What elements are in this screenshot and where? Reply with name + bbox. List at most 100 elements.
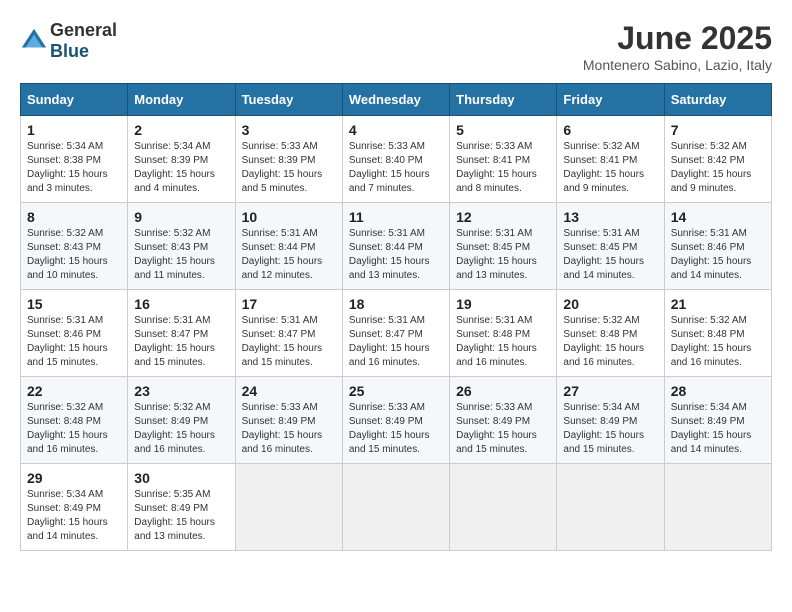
day-number: 27	[563, 383, 657, 399]
calendar-cell: 23 Sunrise: 5:32 AM Sunset: 8:49 PM Dayli…	[128, 377, 235, 464]
calendar-cell: 30 Sunrise: 5:35 AM Sunset: 8:49 PM Dayli…	[128, 464, 235, 551]
day-number: 17	[242, 296, 336, 312]
calendar-cell: 9Sunrise: 5:32 AM Sunset: 8:43 PM Daylig…	[128, 203, 235, 290]
calendar-cell: 25Sunrise: 5:33 AM Sunset: 8:49 PM Dayli…	[342, 377, 449, 464]
day-info: Sunrise: 5:31 AM Sunset: 8:44 PM Dayligh…	[242, 227, 336, 283]
day-info: Sunrise: 5:31 AM Sunset: 8:47 PM Dayligh…	[242, 314, 336, 370]
day-info: Sunrise: 5:34 AM Sunset: 8:49 PM Dayligh…	[671, 401, 765, 457]
day-number: 11	[349, 209, 443, 225]
day-number: 8	[27, 209, 121, 225]
day-number: 28	[671, 383, 765, 399]
logo-general: General	[50, 20, 117, 40]
calendar-cell: 15 Sunrise: 5:31 AM Sunset: 8:46 PM Dayli…	[21, 290, 128, 377]
logo-icon	[20, 27, 48, 55]
day-number: 6	[563, 122, 657, 138]
calendar-cell: 11 Sunrise: 5:31 AM Sunset: 8:44 PM Dayli…	[342, 203, 449, 290]
day-number: 12	[456, 209, 550, 225]
day-number: 22	[27, 383, 121, 399]
calendar-cell: 18 Sunrise: 5:31 AM Sunset: 8:47 PM Dayli…	[342, 290, 449, 377]
day-number: 4	[349, 122, 443, 138]
day-number: 26	[456, 383, 550, 399]
day-info: Sunrise: 5:32 AM Sunset: 8:42 PM Dayligh…	[671, 140, 765, 196]
calendar-cell: 10 Sunrise: 5:31 AM Sunset: 8:44 PM Dayli…	[235, 203, 342, 290]
calendar-cell: 4 Sunrise: 5:33 AM Sunset: 8:40 PM Daylig…	[342, 116, 449, 203]
col-header-friday: Friday	[557, 84, 664, 116]
day-number: 23	[134, 383, 228, 399]
col-header-saturday: Saturday	[664, 84, 771, 116]
calendar-table: SundayMondayTuesdayWednesdayThursdayFrid…	[20, 83, 772, 551]
col-header-tuesday: Tuesday	[235, 84, 342, 116]
month-title: June 2025	[583, 20, 772, 57]
day-info: Sunrise: 5:34 AM Sunset: 8:49 PM Dayligh…	[27, 488, 121, 544]
day-info: Sunrise: 5:31 AM Sunset: 8:46 PM Dayligh…	[27, 314, 121, 370]
day-number: 13	[563, 209, 657, 225]
calendar-cell: 22 Sunrise: 5:32 AM Sunset: 8:48 PM Dayli…	[21, 377, 128, 464]
col-header-thursday: Thursday	[450, 84, 557, 116]
calendar-cell	[664, 464, 771, 551]
location-title: Montenero Sabino, Lazio, Italy	[583, 57, 772, 73]
day-number: 1	[27, 122, 121, 138]
day-info: Sunrise: 5:31 AM Sunset: 8:45 PM Dayligh…	[456, 227, 550, 283]
calendar-header-row: SundayMondayTuesdayWednesdayThursdayFrid…	[21, 84, 772, 116]
calendar-cell: 8 Sunrise: 5:32 AM Sunset: 8:43 PM Daylig…	[21, 203, 128, 290]
week-row-2: 8 Sunrise: 5:32 AM Sunset: 8:43 PM Daylig…	[21, 203, 772, 290]
week-row-5: 29 Sunrise: 5:34 AM Sunset: 8:49 PM Dayli…	[21, 464, 772, 551]
day-number: 30	[134, 470, 228, 486]
calendar-cell: 5Sunrise: 5:33 AM Sunset: 8:41 PM Daylig…	[450, 116, 557, 203]
day-number: 2	[134, 122, 228, 138]
calendar-cell: 24Sunrise: 5:33 AM Sunset: 8:49 PM Dayli…	[235, 377, 342, 464]
calendar-cell: 6Sunrise: 5:32 AM Sunset: 8:41 PM Daylig…	[557, 116, 664, 203]
day-info: Sunrise: 5:34 AM Sunset: 8:49 PM Dayligh…	[563, 401, 657, 457]
day-info: Sunrise: 5:31 AM Sunset: 8:46 PM Dayligh…	[671, 227, 765, 283]
title-area: June 2025 Montenero Sabino, Lazio, Italy	[583, 20, 772, 73]
day-info: Sunrise: 5:33 AM Sunset: 8:40 PM Dayligh…	[349, 140, 443, 196]
calendar-cell	[342, 464, 449, 551]
week-row-1: 1Sunrise: 5:34 AM Sunset: 8:38 PM Daylig…	[21, 116, 772, 203]
day-number: 10	[242, 209, 336, 225]
day-number: 19	[456, 296, 550, 312]
day-number: 15	[27, 296, 121, 312]
day-info: Sunrise: 5:33 AM Sunset: 8:49 PM Dayligh…	[349, 401, 443, 457]
day-info: Sunrise: 5:34 AM Sunset: 8:39 PM Dayligh…	[134, 140, 228, 196]
day-number: 24	[242, 383, 336, 399]
calendar-body: 1Sunrise: 5:34 AM Sunset: 8:38 PM Daylig…	[21, 116, 772, 551]
day-info: Sunrise: 5:32 AM Sunset: 8:43 PM Dayligh…	[27, 227, 121, 283]
day-number: 20	[563, 296, 657, 312]
day-number: 21	[671, 296, 765, 312]
week-row-4: 22 Sunrise: 5:32 AM Sunset: 8:48 PM Dayli…	[21, 377, 772, 464]
day-number: 14	[671, 209, 765, 225]
calendar-cell: 7 Sunrise: 5:32 AM Sunset: 8:42 PM Daylig…	[664, 116, 771, 203]
logo-blue: Blue	[50, 41, 89, 61]
day-info: Sunrise: 5:32 AM Sunset: 8:48 PM Dayligh…	[671, 314, 765, 370]
day-info: Sunrise: 5:32 AM Sunset: 8:48 PM Dayligh…	[563, 314, 657, 370]
calendar-cell: 19 Sunrise: 5:31 AM Sunset: 8:48 PM Dayli…	[450, 290, 557, 377]
header: General Blue June 2025 Montenero Sabino,…	[20, 20, 772, 73]
calendar-cell: 26Sunrise: 5:33 AM Sunset: 8:49 PM Dayli…	[450, 377, 557, 464]
day-info: Sunrise: 5:31 AM Sunset: 8:48 PM Dayligh…	[456, 314, 550, 370]
col-header-sunday: Sunday	[21, 84, 128, 116]
calendar-cell: 29 Sunrise: 5:34 AM Sunset: 8:49 PM Dayli…	[21, 464, 128, 551]
col-header-monday: Monday	[128, 84, 235, 116]
calendar-cell: 14 Sunrise: 5:31 AM Sunset: 8:46 PM Dayli…	[664, 203, 771, 290]
calendar-cell: 20 Sunrise: 5:32 AM Sunset: 8:48 PM Dayli…	[557, 290, 664, 377]
day-number: 5	[456, 122, 550, 138]
day-info: Sunrise: 5:32 AM Sunset: 8:49 PM Dayligh…	[134, 401, 228, 457]
calendar-cell: 2 Sunrise: 5:34 AM Sunset: 8:39 PM Daylig…	[128, 116, 235, 203]
day-info: Sunrise: 5:32 AM Sunset: 8:48 PM Dayligh…	[27, 401, 121, 457]
calendar-cell	[557, 464, 664, 551]
day-number: 16	[134, 296, 228, 312]
calendar-cell: 16Sunrise: 5:31 AM Sunset: 8:47 PM Dayli…	[128, 290, 235, 377]
week-row-3: 15 Sunrise: 5:31 AM Sunset: 8:46 PM Dayli…	[21, 290, 772, 377]
day-info: Sunrise: 5:31 AM Sunset: 8:44 PM Dayligh…	[349, 227, 443, 283]
day-number: 29	[27, 470, 121, 486]
day-info: Sunrise: 5:33 AM Sunset: 8:39 PM Dayligh…	[242, 140, 336, 196]
day-info: Sunrise: 5:31 AM Sunset: 8:47 PM Dayligh…	[349, 314, 443, 370]
calendar-cell: 12 Sunrise: 5:31 AM Sunset: 8:45 PM Dayli…	[450, 203, 557, 290]
day-number: 18	[349, 296, 443, 312]
day-info: Sunrise: 5:35 AM Sunset: 8:49 PM Dayligh…	[134, 488, 228, 544]
calendar-cell: 17 Sunrise: 5:31 AM Sunset: 8:47 PM Dayli…	[235, 290, 342, 377]
logo: General Blue	[20, 20, 117, 62]
day-number: 7	[671, 122, 765, 138]
calendar-cell: 3Sunrise: 5:33 AM Sunset: 8:39 PM Daylig…	[235, 116, 342, 203]
calendar-cell: 13Sunrise: 5:31 AM Sunset: 8:45 PM Dayli…	[557, 203, 664, 290]
